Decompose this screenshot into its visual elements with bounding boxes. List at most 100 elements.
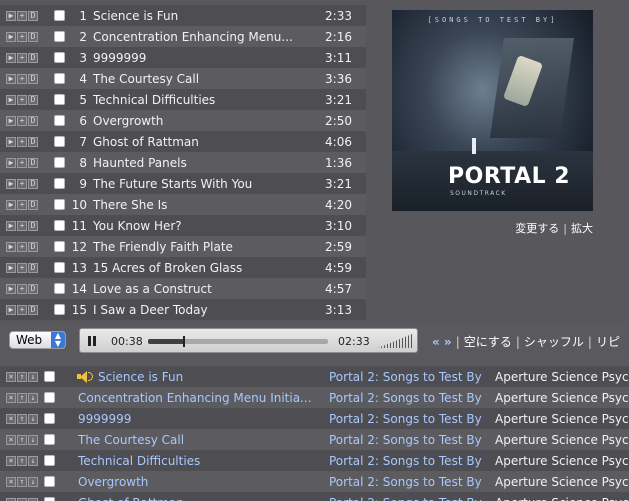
add-icon[interactable]: + xyxy=(17,283,27,294)
download-icon[interactable]: D xyxy=(28,199,38,210)
playlist-checkbox[interactable] xyxy=(44,371,55,382)
remove-icon[interactable]: × xyxy=(6,392,16,403)
track-checkbox[interactable] xyxy=(54,31,65,42)
playlist-track-title[interactable]: The Courtesy Call xyxy=(78,433,318,447)
move-down-icon[interactable]: ↓ xyxy=(28,476,38,487)
playlist-album-link[interactable]: Portal 2: Songs to Test By xyxy=(329,433,489,447)
track-checkbox[interactable] xyxy=(54,262,65,273)
download-icon[interactable]: D xyxy=(28,10,38,21)
album-track-row[interactable]: ▶ + D 1 Science is Fun 2:33 xyxy=(0,5,366,26)
play-icon[interactable]: ▶ xyxy=(6,304,16,315)
add-icon[interactable]: + xyxy=(17,136,27,147)
play-icon[interactable]: ▶ xyxy=(6,73,16,84)
playlist-checkbox[interactable] xyxy=(44,392,55,403)
album-track-row[interactable]: ▶ + D 11 You Know Her? 3:10 xyxy=(0,215,366,236)
remove-icon[interactable]: × xyxy=(6,476,16,487)
add-icon[interactable]: + xyxy=(17,52,27,63)
playlist-album-link[interactable]: Portal 2: Songs to Test By xyxy=(329,412,489,426)
move-up-icon[interactable]: ↑ xyxy=(17,497,27,501)
playlist-track-title[interactable]: Overgrowth xyxy=(78,475,318,489)
playlist-checkbox[interactable] xyxy=(44,455,55,466)
album-track-row[interactable]: ▶ + D 8 Haunted Panels 1:36 xyxy=(0,152,366,173)
track-title[interactable]: Science is Fun xyxy=(93,9,297,23)
download-icon[interactable]: D xyxy=(28,94,38,105)
track-checkbox[interactable] xyxy=(54,115,65,126)
album-track-row[interactable]: ▶ + D 3 9999999 3:11 xyxy=(0,47,366,68)
playlist-album-link[interactable]: Portal 2: Songs to Test By xyxy=(329,370,489,384)
track-checkbox[interactable] xyxy=(54,199,65,210)
add-icon[interactable]: + xyxy=(17,157,27,168)
download-icon[interactable]: D xyxy=(28,73,38,84)
playlist-row[interactable]: × ↑ ↓ Overgrowth Portal 2: Songs to Test By A… xyxy=(0,471,629,492)
track-title[interactable]: The Friendly Faith Plate xyxy=(93,240,297,254)
track-checkbox[interactable] xyxy=(54,220,65,231)
add-icon[interactable]: + xyxy=(17,304,27,315)
progress-knob[interactable] xyxy=(183,336,185,347)
move-down-icon[interactable]: ↓ xyxy=(28,455,38,466)
track-checkbox[interactable] xyxy=(54,73,65,84)
move-down-icon[interactable]: ↓ xyxy=(28,434,38,445)
play-icon[interactable]: ▶ xyxy=(6,241,16,252)
remove-icon[interactable]: × xyxy=(6,455,16,466)
download-icon[interactable]: D xyxy=(28,283,38,294)
download-icon[interactable]: D xyxy=(28,52,38,63)
track-title[interactable]: Concentration Enhancing Menu... xyxy=(93,30,297,44)
play-icon[interactable]: ▶ xyxy=(6,220,16,231)
play-icon[interactable]: ▶ xyxy=(6,136,16,147)
remove-icon[interactable]: × xyxy=(6,434,16,445)
remove-icon[interactable]: × xyxy=(6,413,16,424)
track-checkbox[interactable] xyxy=(54,10,65,21)
track-title[interactable]: I Saw a Deer Today xyxy=(93,303,297,317)
track-title[interactable]: Haunted Panels xyxy=(93,156,297,170)
repeat-link[interactable]: リピ xyxy=(596,335,620,349)
add-icon[interactable]: + xyxy=(17,199,27,210)
playlist-album-link[interactable]: Portal 2: Songs to Test By xyxy=(329,454,489,468)
change-art-link[interactable]: 変更する xyxy=(515,222,559,235)
play-icon[interactable]: ▶ xyxy=(6,115,16,126)
move-down-icon[interactable]: ↓ xyxy=(28,497,38,501)
source-select[interactable]: Web ▲ ▼ xyxy=(9,331,66,349)
track-checkbox[interactable] xyxy=(54,157,65,168)
playlist-album-link[interactable]: Portal 2: Songs to Test By xyxy=(329,391,489,405)
playlist-row[interactable]: × ↑ ↓ 9999999 Portal 2: Songs to Test By Aper… xyxy=(0,408,629,429)
track-title[interactable]: The Courtesy Call xyxy=(93,72,297,86)
add-icon[interactable]: + xyxy=(17,115,27,126)
prev-next-links[interactable]: « » xyxy=(432,335,452,349)
remove-icon[interactable]: × xyxy=(6,371,16,382)
download-icon[interactable]: D xyxy=(28,220,38,231)
album-track-row[interactable]: ▶ + D 12 The Friendly Faith Plate 2:59 xyxy=(0,236,366,257)
playlist-row[interactable]: × ↑ ↓ Technical Difficulties Portal 2: Songs… xyxy=(0,450,629,471)
track-checkbox[interactable] xyxy=(54,304,65,315)
playlist-track-title[interactable]: Science is Fun xyxy=(98,370,338,384)
play-icon[interactable]: ▶ xyxy=(6,31,16,42)
play-icon[interactable]: ▶ xyxy=(6,283,16,294)
progress-bar[interactable] xyxy=(148,336,328,347)
track-title[interactable]: Love as a Construct xyxy=(93,282,297,296)
album-track-row[interactable]: ▶ + D 13 15 Acres of Broken Glass 4:59 xyxy=(0,257,366,278)
track-title[interactable]: Ghost of Rattman xyxy=(93,135,297,149)
download-icon[interactable]: D xyxy=(28,31,38,42)
track-title[interactable]: 9999999 xyxy=(93,51,297,65)
move-down-icon[interactable]: ↓ xyxy=(28,413,38,424)
move-up-icon[interactable]: ↑ xyxy=(17,371,27,382)
album-art[interactable]: [SONGS TO TEST BY] PORTAL 2 SOUNDTRACK xyxy=(392,10,593,211)
track-title[interactable]: The Future Starts With You xyxy=(93,177,297,191)
playlist-track-title[interactable]: Concentration Enhancing Menu Initia... xyxy=(78,391,318,405)
move-up-icon[interactable]: ↑ xyxy=(17,413,27,424)
album-track-row[interactable]: ▶ + D 4 The Courtesy Call 3:36 xyxy=(0,68,366,89)
add-icon[interactable]: + xyxy=(17,262,27,273)
add-icon[interactable]: + xyxy=(17,31,27,42)
clear-link[interactable]: 空にする xyxy=(464,335,512,349)
track-checkbox[interactable] xyxy=(54,241,65,252)
album-track-row[interactable]: ▶ + D 5 Technical Difficulties 3:21 xyxy=(0,89,366,110)
download-icon[interactable]: D xyxy=(28,136,38,147)
move-up-icon[interactable]: ↑ xyxy=(17,455,27,466)
track-title[interactable]: Overgrowth xyxy=(93,114,297,128)
playlist-checkbox[interactable] xyxy=(44,476,55,487)
download-icon[interactable]: D xyxy=(28,262,38,273)
move-up-icon[interactable]: ↑ xyxy=(17,392,27,403)
move-up-icon[interactable]: ↑ xyxy=(17,434,27,445)
play-icon[interactable]: ▶ xyxy=(6,262,16,273)
playlist-row[interactable]: × ↑ ↓ Concentration Enhancing Menu Initia..… xyxy=(0,387,629,408)
move-up-icon[interactable]: ↑ xyxy=(17,476,27,487)
